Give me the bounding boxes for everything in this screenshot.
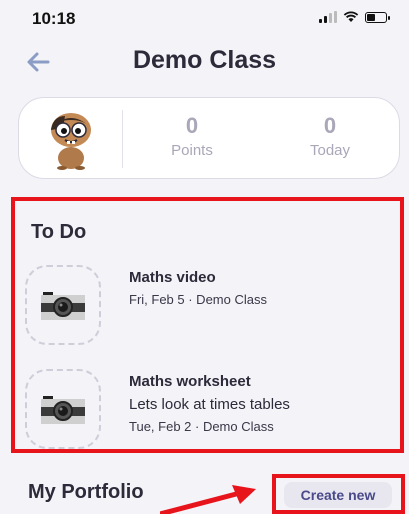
item-description: Lets look at times tables — [129, 396, 290, 413]
pointer-arrow-icon — [160, 485, 256, 514]
camera-icon — [41, 396, 85, 424]
portfolio-title: My Portfolio — [28, 481, 144, 503]
todo-item-maths-worksheet[interactable]: Maths worksheet Lets look at times table… — [25, 369, 395, 449]
monster-avatar[interactable] — [41, 108, 101, 170]
signal-icon — [319, 11, 337, 23]
item-name: Maths video — [129, 269, 216, 286]
create-new-highlight: Create new — [272, 474, 405, 514]
camera-icon — [41, 292, 85, 320]
wifi-icon — [343, 11, 359, 22]
item-meta: Fri, Feb 5 · Demo Class — [129, 292, 267, 307]
status-bar: 10:18 — [0, 0, 409, 34]
create-new-button[interactable]: Create new — [284, 482, 392, 508]
item-meta: Tue, Feb 2 · Demo Class — [129, 419, 274, 434]
todo-title: To Do — [31, 221, 87, 243]
item-name: Maths worksheet — [129, 373, 251, 390]
stats-card: 0 Points 0 Today — [18, 97, 400, 179]
page-title: Demo Class — [132, 46, 277, 74]
points-stat: 0 Points — [147, 113, 237, 160]
status-time: 10:18 — [32, 9, 76, 28]
today-label: Today — [309, 142, 351, 159]
item-thumbnail — [25, 265, 101, 345]
stats-divider — [122, 110, 123, 168]
today-value: 0 — [323, 113, 337, 138]
status-icons — [319, 11, 390, 23]
todo-section: To Do Maths video Fri, Feb 5 · Demo Clas… — [11, 197, 404, 453]
header: Demo Class — [0, 40, 409, 84]
points-value: 0 — [185, 113, 199, 138]
points-label: Points — [171, 142, 213, 159]
todo-item-maths-video[interactable]: Maths video Fri, Feb 5 · Demo Class — [25, 265, 395, 345]
item-text: Maths video Fri, Feb 5 · Demo Class — [129, 269, 267, 307]
item-thumbnail — [25, 369, 101, 449]
battery-icon — [365, 11, 390, 23]
item-text: Maths worksheet Lets look at times table… — [129, 373, 290, 434]
today-stat: 0 Today — [285, 113, 375, 160]
